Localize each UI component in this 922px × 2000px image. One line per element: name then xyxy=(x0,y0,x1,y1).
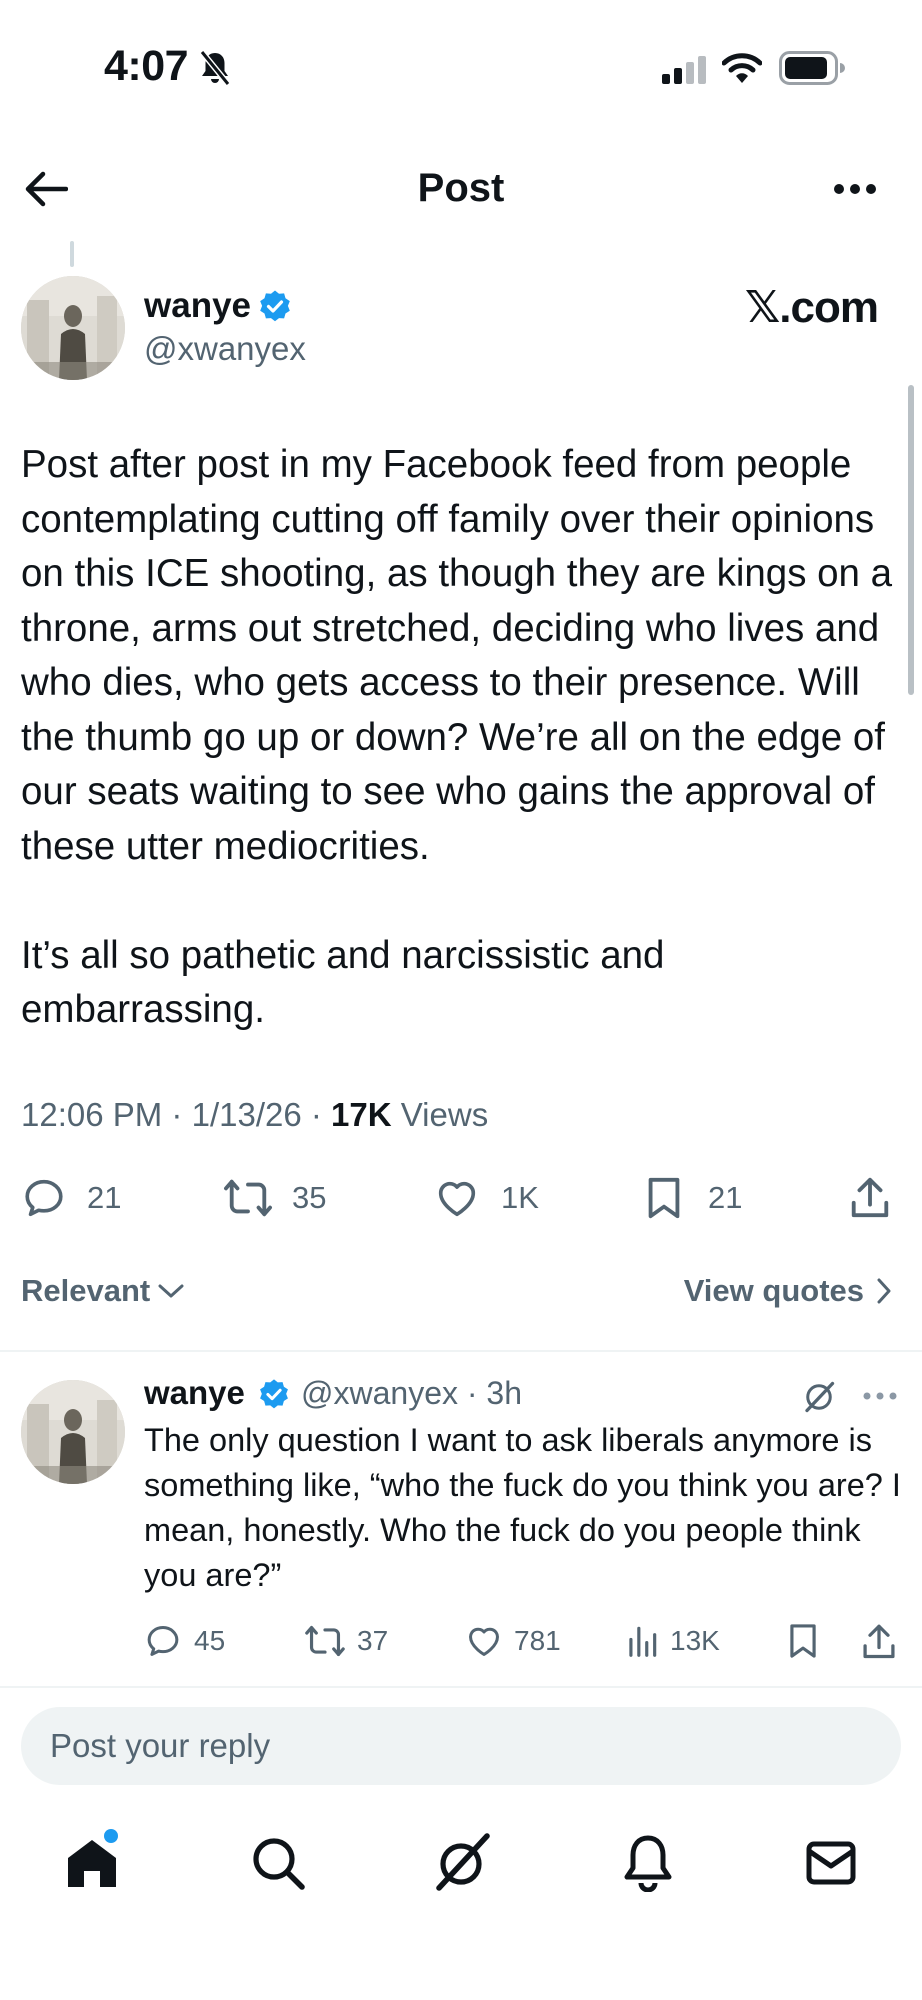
reply-share-button[interactable] xyxy=(861,1621,897,1661)
bookmark-icon xyxy=(648,1177,680,1219)
post-meta: 12:06 PM · 1/13/26 · 17K Views xyxy=(21,1096,489,1133)
reply-body: The only question I want to ask liberals… xyxy=(144,1422,901,1593)
reply-composer[interactable] xyxy=(21,1707,901,1785)
reply-author-handle[interactable]: @xwanyex xyxy=(301,1375,458,1411)
sort-dropdown[interactable]: Relevant xyxy=(21,1273,184,1309)
reply-repost-button[interactable]: 37 xyxy=(303,1622,388,1660)
bell-icon xyxy=(624,1835,672,1892)
notification-dot xyxy=(104,1829,118,1843)
x-com-watermark: 𝕏.com xyxy=(744,283,879,332)
share-icon xyxy=(851,1177,889,1218)
chevron-down-icon xyxy=(158,1284,184,1298)
profile-photo xyxy=(21,276,125,380)
scrollbar[interactable] xyxy=(908,385,914,695)
wifi-icon xyxy=(722,52,762,84)
verified-badge-icon xyxy=(258,289,292,323)
verified-badge-icon xyxy=(258,1378,290,1410)
reply-reply-button[interactable]: 45 xyxy=(144,1622,225,1660)
post-paragraph: Post after post in my Facebook feed from… xyxy=(21,443,893,868)
home-icon xyxy=(68,1840,116,1887)
reply-avatar[interactable] xyxy=(21,1380,125,1484)
ellipsis-icon xyxy=(863,1392,897,1400)
repost-count: 35 xyxy=(292,1180,327,1215)
repost-icon xyxy=(305,1625,345,1657)
reply-views-button[interactable]: 13K xyxy=(626,1622,720,1660)
reply-repost-count: 37 xyxy=(357,1625,389,1656)
like-button[interactable]: 1K xyxy=(433,1175,539,1221)
bookmark-button[interactable]: 21 xyxy=(644,1175,742,1221)
analytics-icon xyxy=(629,1626,657,1657)
status-time: 4:07 xyxy=(104,42,189,90)
comment-icon xyxy=(25,1179,63,1217)
nav-notifications[interactable] xyxy=(623,1834,673,1892)
reply-like-count: 781 xyxy=(514,1625,561,1656)
nav-messages[interactable] xyxy=(806,1841,856,1885)
views-label[interactable]: Views xyxy=(401,1096,488,1133)
view-quotes-label: View quotes xyxy=(683,1273,864,1308)
search-icon xyxy=(253,1838,305,1890)
sort-label: Relevant xyxy=(21,1273,151,1308)
bookmark-count: 21 xyxy=(708,1180,743,1215)
reply-age: 3h xyxy=(486,1375,523,1411)
comment-icon xyxy=(147,1626,179,1656)
share-icon xyxy=(863,1624,895,1659)
reply-meta: @xwanyex · 3h xyxy=(301,1375,523,1411)
battery-icon xyxy=(779,51,845,85)
mail-icon xyxy=(806,1841,856,1885)
post-time: 12:06 PM xyxy=(21,1096,163,1133)
repost-icon xyxy=(224,1179,272,1217)
reply-more-button[interactable] xyxy=(863,1391,897,1401)
repost-button[interactable]: 35 xyxy=(222,1175,326,1221)
post-date: 1/13/26 xyxy=(191,1096,302,1133)
page-title: Post xyxy=(417,166,505,210)
grok-icon xyxy=(805,1381,835,1413)
author-handle[interactable]: @xwanyex xyxy=(144,330,306,368)
reply-like-button[interactable]: 781 xyxy=(464,1622,561,1660)
view-quotes-link[interactable]: View quotes xyxy=(684,1273,892,1309)
more-options-button[interactable] xyxy=(832,180,878,198)
avatar[interactable] xyxy=(21,276,125,380)
nav-home[interactable] xyxy=(66,1829,118,1889)
profile-photo xyxy=(21,1380,125,1484)
cellular-signal-icon xyxy=(662,56,706,84)
author-name[interactable]: wanye xyxy=(144,286,251,326)
silent-mode-icon xyxy=(199,50,231,86)
grok-icon xyxy=(436,1833,490,1891)
views-count: 17K xyxy=(331,1096,392,1133)
post-paragraph: It’s all so pathetic and narcissistic an… xyxy=(21,933,665,1032)
reply-count: 21 xyxy=(87,1180,122,1215)
reply-author-name[interactable]: wanye xyxy=(144,1374,245,1412)
nav-grok[interactable] xyxy=(433,1832,493,1892)
nav-search[interactable] xyxy=(251,1836,305,1890)
divider xyxy=(0,1350,922,1352)
thread-connector-line xyxy=(70,241,74,267)
reply-button[interactable]: 21 xyxy=(21,1175,121,1221)
like-count: 1K xyxy=(501,1180,539,1215)
reply-views-count: 13K xyxy=(670,1625,720,1656)
bookmark-icon xyxy=(790,1624,816,1658)
ellipsis-icon xyxy=(834,184,876,194)
heart-icon xyxy=(438,1181,476,1217)
reply-bookmark-button[interactable] xyxy=(787,1622,819,1660)
chevron-right-icon xyxy=(877,1278,891,1304)
reply-reply-count: 45 xyxy=(194,1625,226,1656)
post-body: Post after post in my Facebook feed from… xyxy=(21,438,901,1038)
heart-icon xyxy=(469,1627,499,1656)
grok-button[interactable] xyxy=(801,1379,837,1415)
reply-input[interactable] xyxy=(21,1707,870,1785)
divider xyxy=(0,1686,922,1688)
share-button[interactable] xyxy=(848,1174,892,1220)
